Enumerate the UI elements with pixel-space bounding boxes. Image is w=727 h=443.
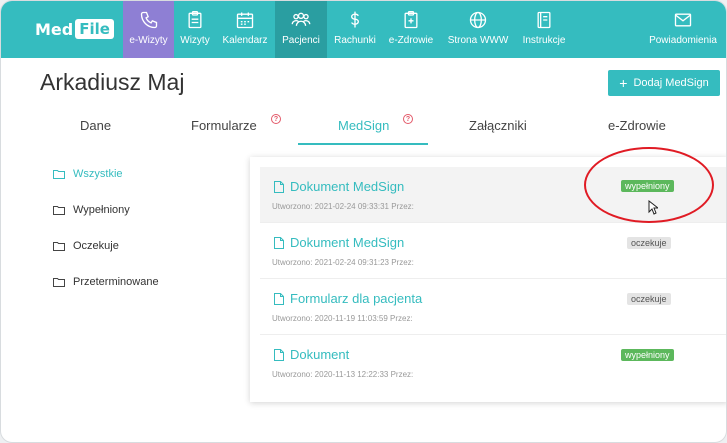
- tab-medsign[interactable]: MedSign: [338, 118, 389, 133]
- dollar-icon: [351, 11, 359, 28]
- document-title-link[interactable]: Formularz dla pacjenta: [274, 291, 422, 306]
- document-icon: [274, 348, 284, 361]
- add-medsign-button[interactable]: + Dodaj MedSign: [608, 70, 720, 96]
- calendar-icon: [236, 12, 254, 29]
- tab-dane[interactable]: Dane: [80, 118, 111, 133]
- sidebar-item-wypelniony[interactable]: Wypełniony: [53, 204, 130, 216]
- sidebar-item-label: Wypełniony: [73, 204, 130, 216]
- book-icon: [537, 11, 551, 29]
- sidebar-item-wszystkie[interactable]: Wszystkie: [53, 168, 123, 180]
- globe-icon: [469, 11, 487, 29]
- status-badge: oczekuje: [627, 293, 671, 305]
- nav-item-strona-www[interactable]: Strona WWW: [443, 1, 513, 58]
- document-icon: [274, 292, 284, 305]
- status-badge: wypełniony: [621, 349, 674, 361]
- add-medsign-label: Dodaj MedSign: [633, 77, 709, 89]
- active-tab-indicator: [298, 143, 428, 145]
- nav-label: e-Zdrowie: [388, 35, 434, 46]
- document-title: Dokument: [290, 347, 350, 362]
- help-icon[interactable]: ?: [271, 114, 281, 124]
- nav-label: Rachunki: [334, 35, 376, 46]
- nav-item-e-zdrowie[interactable]: e-Zdrowie: [385, 1, 437, 58]
- document-meta: Utworzono: 2021-02-24 09:33:31 Przez:: [272, 202, 414, 211]
- tab-formularze[interactable]: Formularze: [191, 118, 257, 133]
- phone-icon: [140, 11, 157, 29]
- folder-icon: [53, 170, 65, 179]
- nav-label: Instrukcje: [522, 35, 566, 46]
- help-icon[interactable]: ?: [403, 114, 413, 124]
- tab-zalaczniki[interactable]: Załączniki: [469, 118, 527, 133]
- nav-label: Wizyty: [180, 35, 210, 46]
- document-icon: [274, 236, 284, 249]
- nav-item-kalendarz[interactable]: Kalendarz: [218, 1, 272, 58]
- nav-label: Kalendarz: [222, 35, 268, 46]
- status-badge: oczekuje: [627, 237, 671, 249]
- page-title: Arkadiusz Maj: [40, 69, 185, 95]
- users-icon: [291, 12, 311, 26]
- folder-icon: [53, 206, 65, 215]
- document-title-link[interactable]: Dokument: [274, 347, 349, 362]
- nav-item-instrukcje[interactable]: Instrukcje: [517, 1, 571, 58]
- document-title: Dokument MedSign: [290, 179, 405, 194]
- nav-label: Powiadomienia: [649, 35, 717, 46]
- top-navigation-bar: Med File e-Wizyty Wizyty Kalendarz Pacje…: [1, 1, 726, 58]
- nav-label: Pacjenci: [282, 35, 320, 46]
- sidebar-item-label: Oczekuje: [73, 240, 119, 252]
- nav-label: e-Wizyty: [129, 35, 168, 46]
- folder-icon: [53, 278, 65, 287]
- nav-item-e-wizyty[interactable]: e-Wizyty: [123, 1, 174, 58]
- medfile-logo[interactable]: Med File: [35, 18, 114, 40]
- document-meta: Utworzono: 2020-11-13 12:22:33 Przez:: [272, 370, 414, 379]
- plus-icon: +: [619, 75, 628, 91]
- document-title: Formularz dla pacjenta: [290, 291, 423, 306]
- document-title: Dokument MedSign: [290, 235, 405, 250]
- sidebar-item-przeterminowane[interactable]: Przeterminowane: [53, 276, 159, 288]
- medical-document-icon: [404, 11, 418, 29]
- document-meta: Utworzono: 2021-02-24 09:31:23 Przez:: [272, 258, 414, 267]
- sidebar-item-oczekuje[interactable]: Oczekuje: [53, 240, 119, 252]
- mail-icon: [674, 13, 692, 27]
- document-meta: Utworzono: 2020-11-19 11:03:59 Przez:: [272, 314, 413, 323]
- document-row[interactable]: Dokument Utworzono: 2020-11-13 12:22:33 …: [260, 335, 726, 391]
- nav-item-powiadomienia[interactable]: Powiadomienia: [641, 1, 725, 58]
- clipboard-icon: [188, 11, 202, 29]
- logo-text-med: Med: [35, 19, 74, 39]
- sidebar-item-label: Wszystkie: [73, 168, 123, 180]
- logo-text-file: File: [75, 19, 114, 39]
- document-row[interactable]: Dokument MedSign Utworzono: 2021-02-24 0…: [260, 223, 726, 279]
- document-title-link[interactable]: Dokument MedSign: [274, 235, 404, 250]
- app-window: Med File e-Wizyty Wizyty Kalendarz Pacje…: [0, 0, 727, 443]
- document-title-link[interactable]: Dokument MedSign: [274, 179, 404, 194]
- sidebar-item-label: Przeterminowane: [73, 276, 159, 288]
- nav-label: Strona WWW: [447, 35, 509, 46]
- nav-item-rachunki[interactable]: Rachunki: [331, 1, 379, 58]
- folder-icon: [53, 242, 65, 251]
- tab-e-zdrowie[interactable]: e-Zdrowie: [608, 118, 666, 133]
- nav-item-wizyty[interactable]: Wizyty: [176, 1, 214, 58]
- nav-item-pacjenci[interactable]: Pacjenci: [275, 1, 327, 58]
- document-row[interactable]: Formularz dla pacjenta Utworzono: 2020-1…: [260, 279, 726, 335]
- document-icon: [274, 180, 284, 193]
- mouse-cursor-icon: [648, 200, 658, 215]
